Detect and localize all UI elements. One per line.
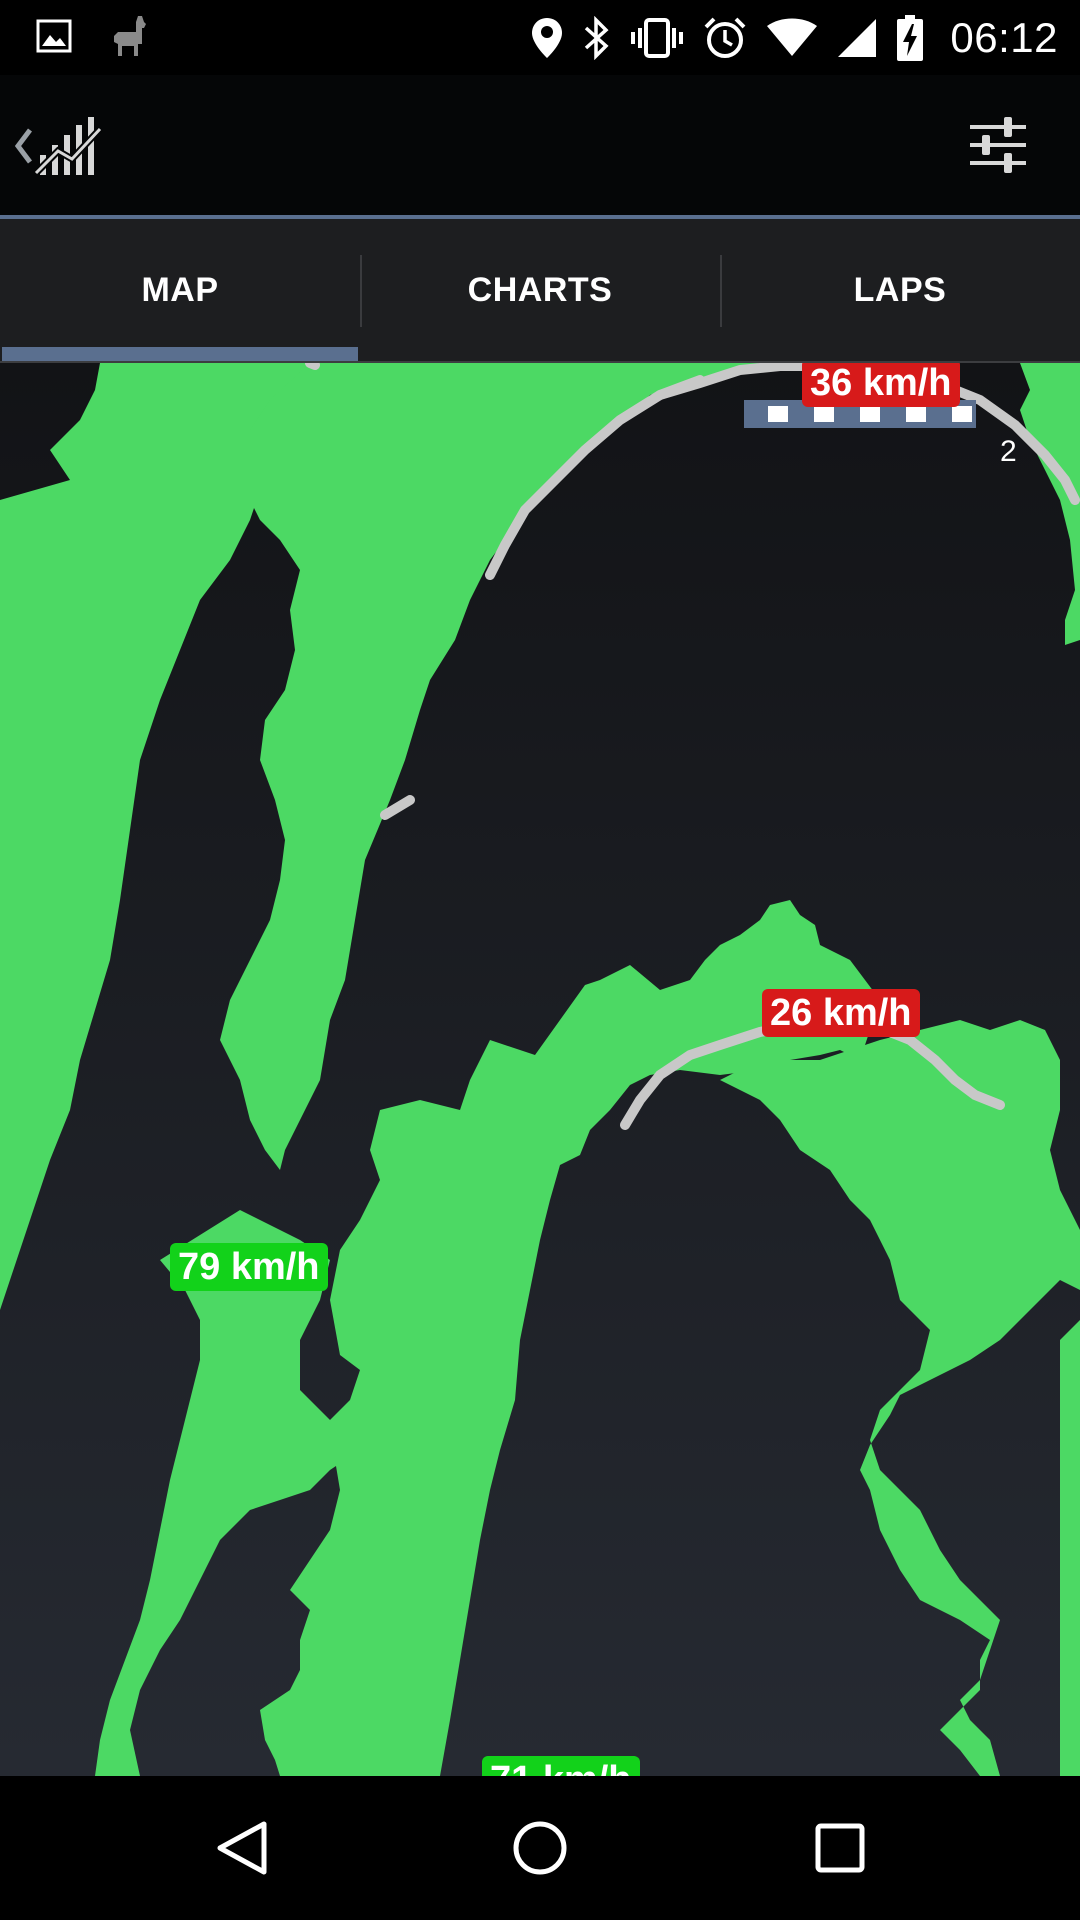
image-icon (36, 19, 72, 53)
wifi-icon (766, 18, 818, 58)
home-circle-icon (510, 1821, 570, 1882)
tab-label: MAP (141, 270, 219, 309)
recents-square-icon (810, 1823, 870, 1882)
app-root: 06:12 MAP CHARTS LAPS 2 36 km/h 26 km/h … (0, 0, 1080, 1920)
tab-charts[interactable]: CHARTS (360, 219, 720, 361)
back-triangle-icon (212, 1821, 272, 1882)
chevron-left-icon (12, 124, 34, 173)
nav-recents-button[interactable] (810, 1818, 870, 1878)
min-speed-label: 71 km/h (482, 1756, 640, 1776)
sliders-icon (968, 117, 1028, 179)
min-speed-label: 79 km/h (170, 1243, 328, 1291)
max-speed-label: 26 km/h (762, 989, 920, 1037)
action-bar (0, 75, 1080, 219)
navigation-bar (0, 1776, 1080, 1920)
tab-label: LAPS (853, 270, 947, 309)
tab-map[interactable]: MAP (0, 219, 360, 361)
tab-laps[interactable]: LAPS (720, 219, 1080, 361)
battery-charging-icon (896, 14, 924, 62)
map-partial-label: 2 (1000, 435, 1017, 468)
llama-icon (108, 14, 152, 58)
status-time: 06:12 (950, 14, 1058, 61)
nav-home-button[interactable] (510, 1818, 570, 1878)
max-speed-label: 36 km/h (802, 363, 960, 407)
terrain-map (0, 363, 1080, 1776)
nav-back-button[interactable] (212, 1818, 272, 1878)
settings-button[interactable] (968, 115, 1028, 175)
track-chart-logo-icon (33, 115, 106, 182)
tab-label: CHARTS (467, 270, 613, 309)
tab-bar: MAP CHARTS LAPS (0, 219, 1080, 363)
status-bar: 06:12 (0, 0, 1080, 75)
alarm-icon (702, 15, 748, 61)
track-map[interactable]: 2 36 km/h 26 km/h 79 km/h 71 km/h (0, 363, 1080, 1776)
vibrate-icon (630, 16, 684, 60)
bluetooth-icon (582, 16, 612, 60)
home-up-button[interactable] (12, 115, 106, 182)
location-icon (530, 16, 564, 60)
cell-signal-icon (836, 17, 878, 59)
